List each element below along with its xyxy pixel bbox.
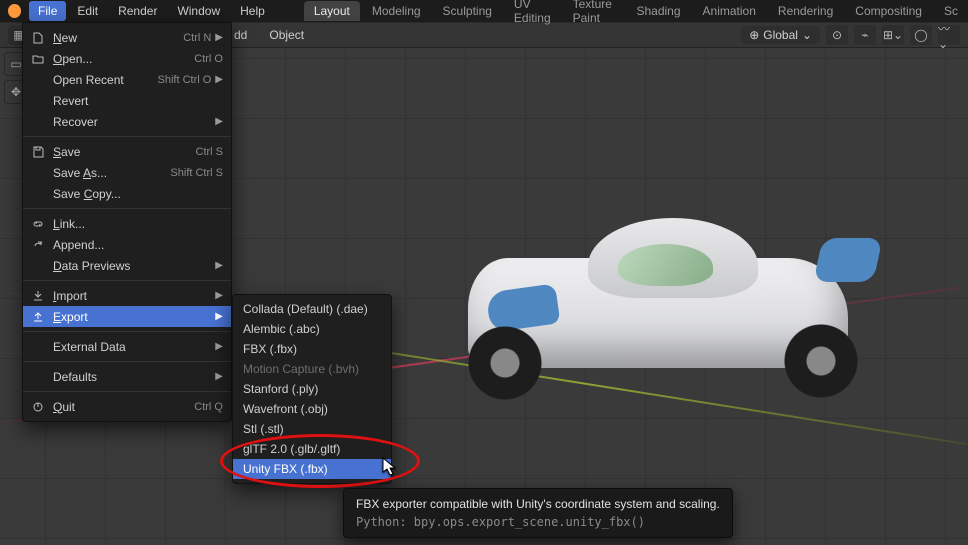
link-icon [29, 217, 47, 231]
tab-texture-paint[interactable]: Texture Paint [563, 0, 625, 28]
menu-edit[interactable]: Edit [68, 1, 107, 21]
export-alembic-abc[interactable]: Alembic (.abc) [233, 319, 391, 339]
file-menu-dropdown: NewCtrl N▶Open...Ctrl OOpen RecentShift … [22, 22, 232, 422]
file-menu-link[interactable]: Link... [23, 213, 231, 234]
menu-item-label: Open Recent [53, 73, 158, 87]
export-motion-capture-bvh[interactable]: Motion Capture (.bvh) [233, 359, 391, 379]
submenu-arrow-icon: ▶ [215, 260, 223, 271]
file-menu-export[interactable]: Export ▶ [23, 306, 231, 327]
file-menu-save-as[interactable]: Save As...Shift Ctrl S [23, 162, 231, 183]
file-menu-import[interactable]: Import ▶ [23, 285, 231, 306]
menu-item-label: Data Previews [53, 259, 211, 273]
export-unity-fbx-fbx[interactable]: Unity FBX (.fbx) [233, 459, 391, 479]
tab-truncated[interactable]: Sc [934, 1, 968, 21]
menu-item-label: Defaults [53, 370, 211, 384]
menu-render[interactable]: Render [109, 1, 166, 21]
export-collada-default-dae[interactable]: Collada (Default) (.dae) [233, 299, 391, 319]
submenu-arrow-icon: ▶ [215, 290, 223, 301]
menu-item-label: Save [53, 145, 196, 159]
tab-compositing[interactable]: Compositing [845, 1, 932, 21]
menu-item-label: New [53, 31, 183, 45]
append-icon [29, 238, 47, 252]
file-menu-open[interactable]: Open...Ctrl O [23, 48, 231, 69]
scene-mesh-car[interactable] [428, 208, 908, 418]
export-fbx-fbx[interactable]: FBX (.fbx) [233, 339, 391, 359]
file-new-icon [29, 31, 47, 45]
export-stanford-ply[interactable]: Stanford (.ply) [233, 379, 391, 399]
submenu-arrow-icon: ▶ [215, 74, 223, 85]
tab-sculpting[interactable]: Sculpting [433, 1, 502, 21]
tooltip: FBX exporter compatible with Unity's coo… [343, 488, 733, 538]
menu-item-label: Revert [53, 94, 223, 108]
blender-logo-icon [8, 4, 21, 18]
proportional-icon[interactable]: ◯ [910, 25, 932, 45]
menu-item-label: External Data [53, 340, 211, 354]
tab-animation[interactable]: Animation [693, 1, 766, 21]
tab-layout[interactable]: Layout [304, 1, 360, 21]
menu-window[interactable]: Window [168, 1, 229, 21]
file-menu-open-recent[interactable]: Open RecentShift Ctrl O▶ [23, 69, 231, 90]
orientation-label: Global [763, 28, 798, 42]
tab-modeling[interactable]: Modeling [362, 1, 431, 21]
folder-open-icon [29, 52, 47, 66]
submenu-arrow-icon: ▶ [215, 311, 223, 322]
globe-icon: ⊕ [749, 28, 759, 42]
header-object[interactable]: Object [261, 25, 312, 45]
export-submenu: Collada (Default) (.dae)Alembic (.abc)FB… [232, 294, 392, 484]
file-menu-quit[interactable]: QuitCtrl Q [23, 396, 231, 417]
main-menu-bar: File Edit Render Window Help Layout Mode… [0, 0, 968, 22]
file-menu-external-data[interactable]: External Data ▶ [23, 336, 231, 357]
pivot-icon[interactable]: ⊙ [826, 25, 848, 45]
submenu-arrow-icon: ▶ [215, 32, 223, 43]
menu-item-label: Append... [53, 238, 223, 252]
submenu-arrow-icon: ▶ [215, 371, 223, 382]
orientation-dropdown[interactable]: ⊕ Global ⌄ [741, 26, 820, 44]
workspace-tabs: Layout Modeling Sculpting UV Editing Tex… [304, 0, 968, 28]
menu-item-label: Quit [53, 400, 194, 414]
menu-item-shortcut: Shift Ctrl S [170, 167, 223, 179]
tooltip-python: Python: bpy.ops.export_scene.unity_fbx() [356, 515, 720, 529]
tab-shading[interactable]: Shading [626, 1, 690, 21]
menu-item-label: Link... [53, 217, 223, 231]
tab-rendering[interactable]: Rendering [768, 1, 843, 21]
snap-icon[interactable]: ⌁ [854, 25, 876, 45]
submenu-arrow-icon: ▶ [215, 341, 223, 352]
file-menu-new[interactable]: NewCtrl N ▶ [23, 27, 231, 48]
quit-icon [29, 400, 47, 414]
menu-item-label: Save Copy... [53, 187, 223, 201]
save-icon [29, 145, 47, 159]
menu-item-label: Save As... [53, 166, 170, 180]
export-wavefront-obj[interactable]: Wavefront (.obj) [233, 399, 391, 419]
file-menu-defaults[interactable]: Defaults ▶ [23, 366, 231, 387]
file-menu-revert[interactable]: Revert [23, 90, 231, 111]
export-gltf-2-0-glb-gltf[interactable]: glTF 2.0 (.glb/.gltf) [233, 439, 391, 459]
menu-help[interactable]: Help [231, 1, 274, 21]
menu-item-shortcut: Shift Ctrl O [158, 74, 212, 86]
import-icon [29, 289, 47, 303]
menu-item-shortcut: Ctrl O [194, 53, 223, 65]
export-icon [29, 310, 47, 324]
chevron-down-icon: ⌄ [802, 28, 812, 42]
menu-item-shortcut: Ctrl Q [194, 401, 223, 413]
file-menu-data-previews[interactable]: Data Previews ▶ [23, 255, 231, 276]
falloff-icon[interactable]: 〰⌄ [938, 25, 960, 45]
export-stl-stl[interactable]: Stl (.stl) [233, 419, 391, 439]
file-menu-save[interactable]: SaveCtrl S [23, 141, 231, 162]
menu-item-label: Open... [53, 52, 194, 66]
tab-uv-editing[interactable]: UV Editing [504, 0, 561, 28]
menu-item-label: Recover [53, 115, 211, 129]
file-menu-save-copy[interactable]: Save Copy... [23, 183, 231, 204]
menu-item-label: Export [53, 310, 211, 324]
menu-item-shortcut: Ctrl S [196, 146, 224, 158]
menu-item-label: Import [53, 289, 211, 303]
tooltip-description: FBX exporter compatible with Unity's coo… [356, 497, 720, 511]
menu-file[interactable]: File [29, 1, 66, 21]
menu-item-shortcut: Ctrl N [183, 32, 211, 44]
submenu-arrow-icon: ▶ [215, 116, 223, 127]
file-menu-recover[interactable]: Recover ▶ [23, 111, 231, 132]
file-menu-append[interactable]: Append... [23, 234, 231, 255]
snap-mode-icon[interactable]: ⊞⌄ [882, 25, 904, 45]
